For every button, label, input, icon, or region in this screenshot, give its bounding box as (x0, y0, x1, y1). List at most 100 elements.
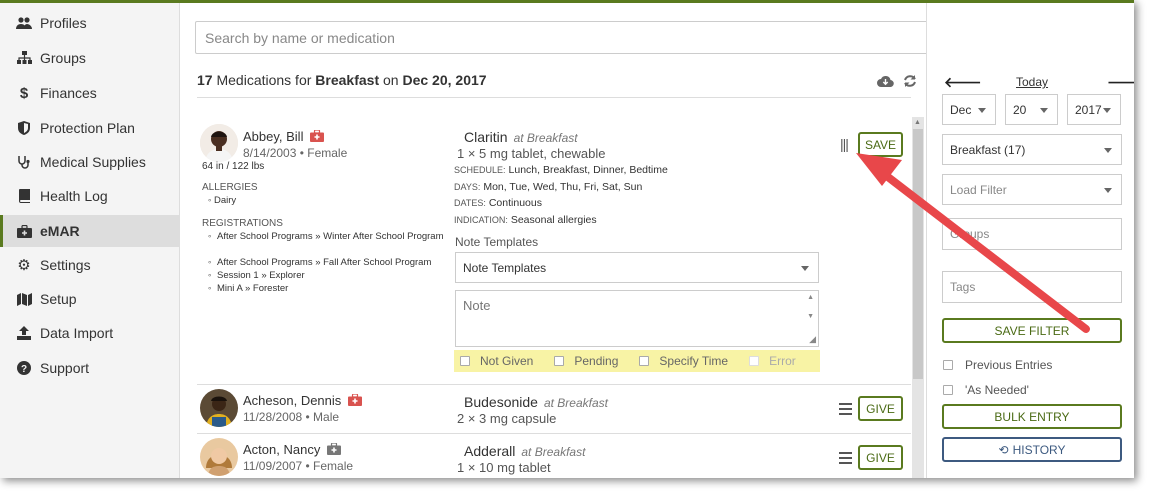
chevron-down-icon (978, 107, 986, 113)
note-templates-select[interactable]: Note Templates (455, 252, 819, 283)
patient-name[interactable]: Acton, Nancy (243, 442, 341, 458)
sidebar-item-label: Protection Plan (40, 120, 135, 136)
load-filter-select[interactable]: Load Filter (942, 174, 1122, 205)
chevron-down-icon (1104, 187, 1112, 193)
error-checkbox[interactable]: Error (749, 354, 796, 368)
today-link[interactable]: Today (1016, 75, 1048, 89)
patient-name-text: Abbey, Bill (243, 129, 304, 144)
sidebar-item-setup[interactable]: Setup (0, 283, 180, 315)
cloud-download-icon[interactable] (877, 74, 894, 92)
textarea-scroll-up-icon: ▲ (807, 294, 814, 301)
chevron-down-icon (1104, 147, 1112, 153)
sidebar-item-label: Finances (40, 85, 97, 101)
sidebar-item-label: Profiles (40, 15, 87, 31)
checkbox-label: 'As Needed' (965, 383, 1029, 397)
days-field: DAYS: Mon, Tue, Wed, Thu, Fri, Sat, Sun (454, 181, 642, 193)
sidebar-item-emar[interactable]: eMAR (0, 215, 180, 247)
sidebar-item-label: Health Log (40, 188, 108, 204)
meal-value: Breakfast (17) (950, 142, 1026, 157)
day-select[interactable]: 20 (1005, 94, 1058, 125)
medkit-red-icon (310, 129, 325, 145)
users-icon (16, 15, 32, 31)
as-needed-checkbox[interactable]: 'As Needed' (943, 383, 1029, 397)
menu-icon[interactable] (839, 403, 852, 418)
sidebar-item-label: Support (40, 360, 90, 376)
give-button[interactable]: GIVE (858, 396, 903, 421)
sidebar-item-profiles[interactable]: Profiles (0, 7, 180, 39)
patient-name[interactable]: Acheson, Dennis (243, 393, 362, 409)
avatar (200, 438, 238, 476)
column-drag-icon[interactable]: ||| (840, 136, 849, 152)
registration-text: Session 1 » Explorer (217, 270, 305, 281)
schedule-field: SCHEDULE: Lunch, Breakfast, Dinner, Bedti… (454, 164, 668, 176)
registration-text: Mini A » Forester (217, 283, 289, 294)
checkbox-label: Not Given (480, 354, 534, 368)
groups-input[interactable]: Groups (942, 218, 1122, 250)
list-scrollbar[interactable]: ▲ (912, 117, 924, 478)
registration-item: ◦ Session 1 » Explorer (208, 270, 448, 282)
give-button[interactable]: GIVE (858, 445, 903, 470)
chevron-down-icon (1040, 107, 1048, 113)
sitemap-icon (16, 50, 32, 66)
sidebar-item-groups[interactable]: Groups (0, 42, 180, 74)
filter-panel: 🡐 Today 🡒 Dec 20 2017 Breakfast (17) Loa… (926, 3, 1134, 478)
sidebar: Profiles Groups $ Finances Protection Pl… (0, 3, 180, 478)
resize-handle-icon[interactable]: ◢ (809, 334, 816, 345)
sidebar-item-support[interactable]: ? Support (0, 352, 180, 384)
checkbox-label: Specify Time (659, 354, 729, 368)
meal-select[interactable]: Breakfast (17) (942, 134, 1122, 165)
previous-entries-checkbox[interactable]: Previous Entries (943, 358, 1052, 372)
not-given-checkbox[interactable]: Not Given (460, 354, 533, 368)
bulk-entry-button[interactable]: BULK ENTRY (942, 404, 1122, 429)
menu-icon[interactable] (839, 452, 852, 467)
patient-name-text: Acton, Nancy (243, 442, 321, 457)
sidebar-item-data-import[interactable]: Data Import (0, 317, 180, 349)
patient-dob-gender: 11/09/2007 • Female (243, 459, 354, 473)
svg-text:?: ? (21, 364, 27, 375)
month-select[interactable]: Dec (942, 94, 996, 125)
refresh-icon[interactable] (903, 74, 917, 93)
dates-key: DATES: (454, 198, 486, 208)
gear-icon: ⚙ (17, 257, 31, 274)
save-filter-button[interactable]: SAVE FILTER (942, 318, 1122, 343)
save-button[interactable]: SAVE (858, 132, 903, 157)
title-text: Medications for (216, 72, 312, 88)
chevron-down-icon (801, 265, 809, 271)
scrollbar-thumb[interactable] (913, 129, 923, 379)
sidebar-item-settings[interactable]: ⚙ Settings (0, 249, 180, 281)
dates-field: DATES: Continuous (454, 197, 542, 209)
medication-name-text: Claritin (464, 129, 508, 145)
next-day-arrow-icon[interactable]: 🡒 (1107, 74, 1134, 91)
sidebar-item-health-log[interactable]: Health Log (0, 180, 180, 212)
checkbox-label: Error (769, 354, 796, 368)
history-button[interactable]: ⟲ HISTORY (942, 437, 1122, 462)
registration-item: ◦ Mini A » Forester (208, 283, 448, 295)
sidebar-item-label: Groups (40, 50, 86, 66)
row-divider (197, 384, 911, 385)
patient-name[interactable]: Abbey, Bill (243, 129, 325, 145)
sidebar-item-label: eMAR (40, 223, 80, 239)
medication-count: 17 (197, 72, 213, 88)
sidebar-item-finances[interactable]: $ Finances (0, 77, 180, 109)
sidebar-item-medical-supplies[interactable]: Medical Supplies (0, 146, 180, 178)
history-label: HISTORY (1012, 442, 1066, 457)
allergy-text: Dairy (214, 195, 237, 206)
dates-value: Continuous (488, 197, 542, 209)
tags-input[interactable]: Tags (942, 271, 1122, 303)
medkit-icon (16, 223, 32, 239)
medication-time: at Breakfast (543, 396, 608, 410)
scroll-up-icon[interactable]: ▲ (914, 119, 921, 126)
medication-name: Budesonide at Breakfast (464, 394, 608, 410)
prev-day-arrow-icon[interactable]: 🡐 (944, 74, 982, 91)
indication-key: INDICATION: (454, 215, 508, 225)
note-templates-label: Note Templates (455, 235, 539, 249)
specify-time-checkbox[interactable]: Specify Time (639, 354, 728, 368)
day-value: 20 (1013, 102, 1027, 117)
registration-text: After School Programs » Fall After Schoo… (217, 257, 432, 268)
sidebar-item-protection-plan[interactable]: Protection Plan (0, 112, 180, 144)
pending-checkbox[interactable]: Pending (554, 354, 618, 368)
year-select[interactable]: 2017 (1067, 94, 1121, 125)
note-textarea[interactable]: Note ▲ ▼ ◢ (455, 290, 819, 347)
indication-field: INDICATION: Seasonal allergies (454, 214, 597, 226)
days-key: DAYS: (454, 182, 481, 192)
